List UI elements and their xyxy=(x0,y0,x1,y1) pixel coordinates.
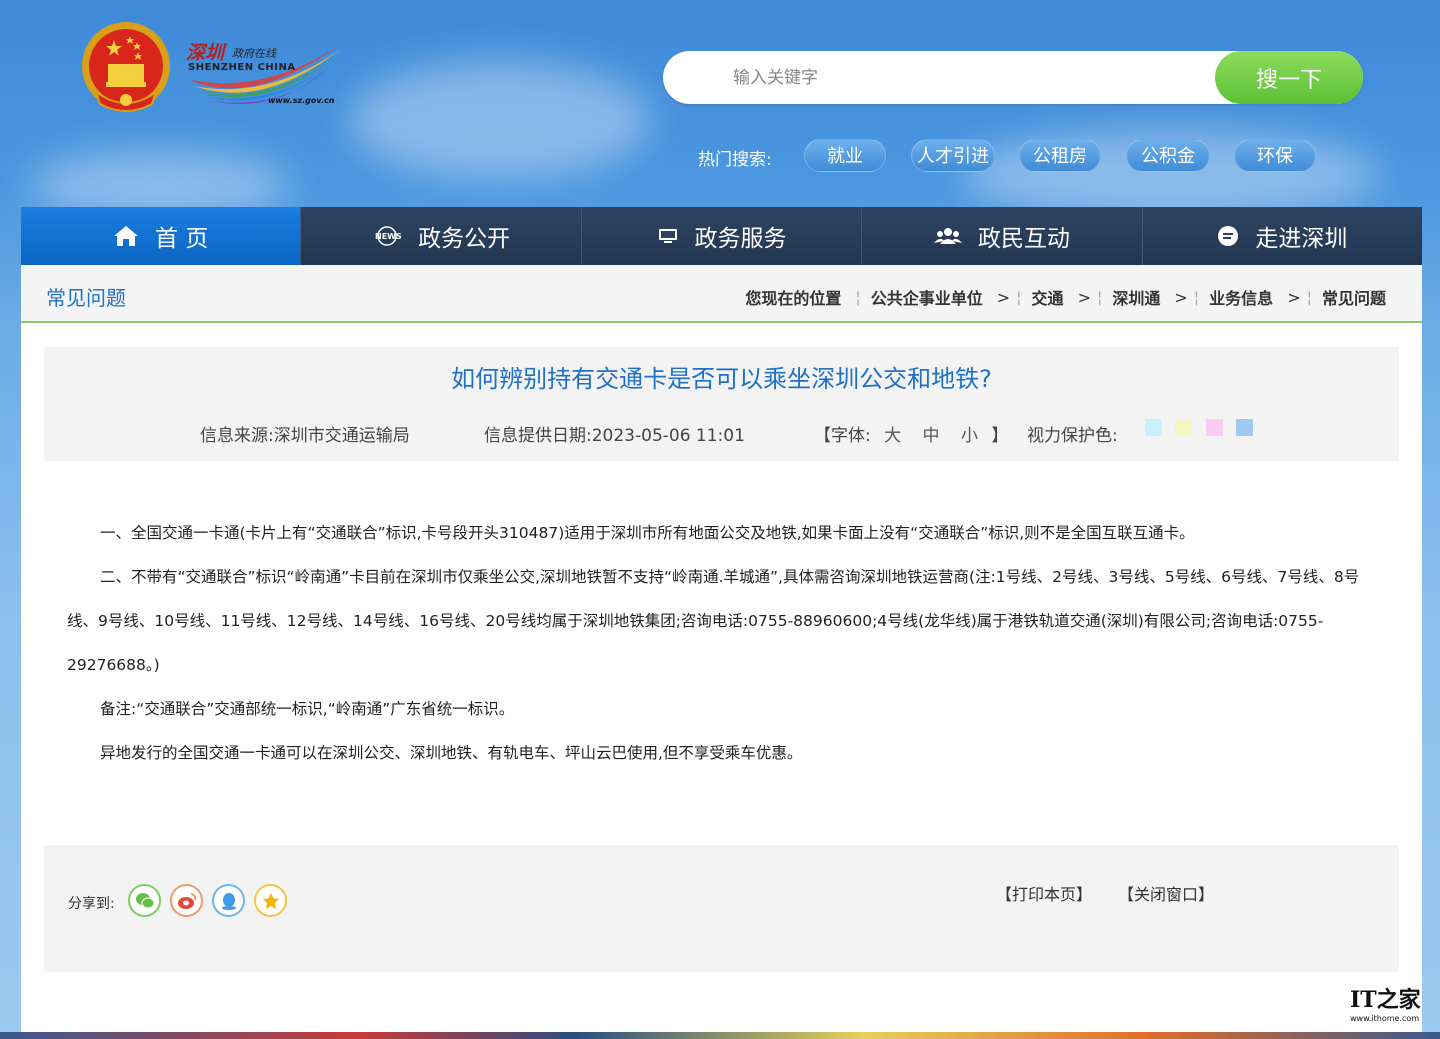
monitor-icon xyxy=(657,227,679,245)
breadcrumb-item[interactable]: 常见问题 xyxy=(1322,285,1386,309)
breadcrumb-divider: ¦ xyxy=(1096,287,1103,307)
search-box: 搜一下 xyxy=(663,51,1363,104)
svg-text:NEWS: NEWS xyxy=(375,232,402,241)
national-emblem-icon xyxy=(82,22,170,112)
wechat-icon[interactable] xyxy=(128,884,161,917)
logo-en-text: SHENZHEN CHINA xyxy=(188,62,296,73)
site-logo[interactable]: 深圳 政府在线 SHENZHEN CHINA www.sz.gov.cn xyxy=(184,38,349,110)
nav-item-label: 首 页 xyxy=(155,226,209,252)
font-size-small-link[interactable]: 小 xyxy=(961,426,978,446)
home-icon xyxy=(113,225,139,247)
article-footer: 分享到: 【打印本页】 【关闭窗口】 xyxy=(44,845,1399,972)
weibo-icon[interactable] xyxy=(170,884,203,917)
main-nav: 首 页 NEWS 政务公开 政务服务 政民互动 走进深圳 xyxy=(21,207,1423,265)
nav-item-government-services[interactable]: 政务服务 xyxy=(581,207,863,265)
breadcrumb-item[interactable]: 深圳通 xyxy=(1112,285,1160,309)
breadcrumb-bar: 常见问题 您现在的位置 ¦ 公共企事业单位 > ¦ 交通 > ¦ 深圳通 > ¦ 业务… xyxy=(21,265,1422,323)
breadcrumb-separator: > xyxy=(1077,287,1091,307)
hot-search-tag[interactable]: 就业 xyxy=(804,139,886,172)
breadcrumb-item[interactable]: 业务信息 xyxy=(1209,285,1273,309)
breadcrumb-item[interactable]: 交通 xyxy=(1032,285,1064,309)
font-size-close: 】 xyxy=(991,426,1009,446)
eye-care-swatch-blue[interactable] xyxy=(1236,419,1253,436)
article-body: 一、全国交通一卡通(卡片上有“交通联合”标识,卡号段开头310487)适用于深圳… xyxy=(67,511,1377,775)
nav-item-interaction[interactable]: 政民互动 xyxy=(862,207,1143,265)
font-size-open: 【字体: xyxy=(814,426,871,446)
article-date: 信息提供日期:2023-05-06 11:01 xyxy=(484,426,745,446)
breadcrumb-prefix: 您现在的位置 xyxy=(745,289,842,308)
users-icon xyxy=(933,227,962,245)
qq-icon[interactable] xyxy=(212,884,245,917)
share-label: 分享到: xyxy=(68,896,115,912)
eye-care-label: 视力保护色: xyxy=(1027,426,1118,446)
qzone-icon[interactable] xyxy=(254,884,287,917)
breadcrumb: 您现在的位置 ¦ 公共企事业单位 > ¦ 交通 > ¦ 深圳通 > ¦ 业务信息 > ¦… xyxy=(745,285,1386,309)
hot-search-tag[interactable]: 环保 xyxy=(1234,139,1316,172)
watermark-logo-text: IT之家 xyxy=(1350,987,1421,1013)
logo-cn-text: 深圳 xyxy=(186,42,225,64)
eye-care-swatch-yellow[interactable] xyxy=(1175,419,1192,436)
section-title: 常见问题 xyxy=(46,286,126,310)
nav-item-government-affairs[interactable]: NEWS 政务公开 xyxy=(301,207,582,265)
nav-item-label: 政民互动 xyxy=(977,226,1070,252)
font-size-large-link[interactable]: 大 xyxy=(884,426,901,446)
breadcrumb-item[interactable]: 公共企事业单位 xyxy=(871,285,983,309)
ithome-watermark: IT之家 www.ithome.com xyxy=(1346,982,1422,1026)
breadcrumb-divider: ¦ xyxy=(1193,287,1200,307)
bottom-image-strip xyxy=(0,1032,1440,1039)
nav-item-label: 政务服务 xyxy=(694,226,787,252)
eye-care-swatch-cyan[interactable] xyxy=(1145,419,1162,436)
breadcrumb-separator: > xyxy=(1174,287,1188,307)
logo-url-text: www.sz.gov.cn xyxy=(268,96,335,105)
font-size-medium-link[interactable]: 中 xyxy=(923,426,940,446)
breadcrumb-divider: ¦ xyxy=(1016,287,1022,307)
breadcrumb-separator: > xyxy=(996,287,1011,307)
nav-item-about-shenzhen[interactable]: 走进深圳 xyxy=(1142,207,1423,265)
nav-item-home[interactable]: 首 页 xyxy=(21,207,302,265)
article-title: 如何辨别持有交通卡是否可以乘坐深圳公交和地铁? xyxy=(451,365,992,393)
hot-search-tag[interactable]: 人才引进 xyxy=(911,139,995,172)
news-icon: NEWS xyxy=(372,226,402,246)
watermark-url: www.ithome.com xyxy=(1350,1014,1420,1023)
article-source: 信息来源:深圳市交通运输局 xyxy=(200,426,410,446)
font-size-control: 【字体: 大 中 小 】 xyxy=(814,421,1008,446)
article-header: 如何辨别持有交通卡是否可以乘坐深圳公交和地铁? 信息来源:深圳市交通运输局 信息… xyxy=(44,347,1399,461)
breadcrumb-divider: ¦ xyxy=(855,287,861,307)
search-input[interactable] xyxy=(733,51,1203,104)
breadcrumb-separator: > xyxy=(1287,287,1301,307)
nav-item-label: 走进深圳 xyxy=(1255,226,1348,252)
eye-care-swatch-pink[interactable] xyxy=(1206,419,1223,436)
info-icon xyxy=(1217,225,1239,247)
nav-item-label: 政务公开 xyxy=(418,226,511,252)
hot-search-tag[interactable]: 公租房 xyxy=(1019,139,1101,172)
article-paragraph: 一、全国交通一卡通(卡片上有“交通联合”标识,卡号段开头310487)适用于深圳… xyxy=(100,524,1195,542)
logo-cn-subtext: 政府在线 xyxy=(232,47,276,60)
hot-search-tag[interactable]: 公积金 xyxy=(1126,139,1210,172)
content-panel: 常见问题 您现在的位置 ¦ 公共企事业单位 > ¦ 交通 > ¦ 深圳通 > ¦ 业务… xyxy=(21,265,1422,1039)
search-button[interactable]: 搜一下 xyxy=(1215,51,1363,104)
hot-search-label: 热门搜索: xyxy=(698,150,772,170)
print-page-link[interactable]: 【打印本页】 xyxy=(996,881,1092,905)
article-paragraph: 异地发行的全国交通一卡通可以在深圳公交、深圳地铁、有轨电车、坪山云巴使用,但不享… xyxy=(100,744,803,762)
close-window-link[interactable]: 【关闭窗口】 xyxy=(1118,881,1214,905)
background-cloud xyxy=(350,60,650,180)
breadcrumb-divider: ¦ xyxy=(1306,287,1312,307)
article-paragraph: 备注:“交通联合”交通部统一标识,“岭南通”广东省统一标识。 xyxy=(100,700,515,718)
article-paragraph: 二、不带有“交通联合”标识“岭南通”卡目前在深圳市仅乘坐公交,深圳地铁暂不支持“… xyxy=(67,568,1360,674)
